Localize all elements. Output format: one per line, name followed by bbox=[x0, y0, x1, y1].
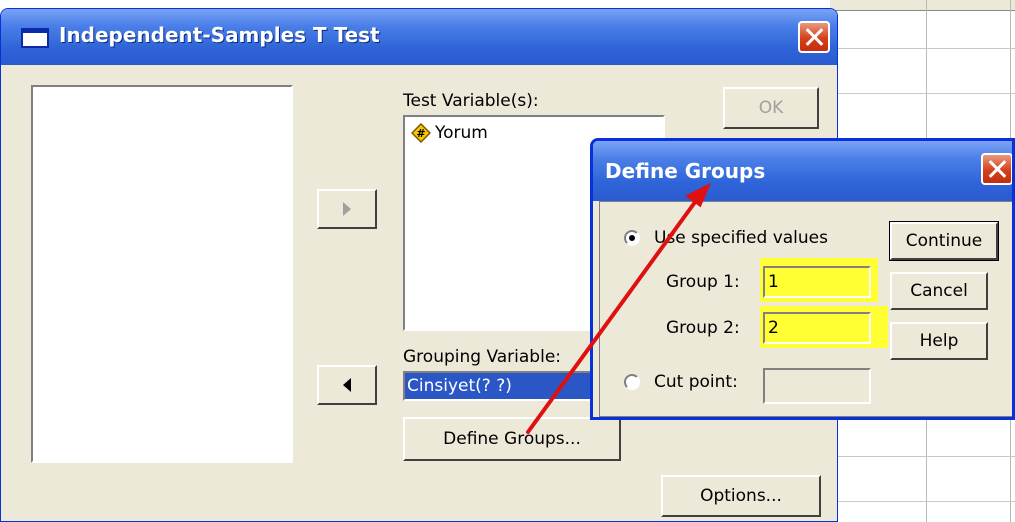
cancel-button[interactable]: Cancel bbox=[890, 272, 988, 310]
grid-header bbox=[830, 0, 1015, 11]
define-groups-close-button[interactable] bbox=[981, 153, 1012, 185]
define-groups-dialog: Define Groups Use specified values Group… bbox=[590, 138, 1015, 420]
grid-row-line bbox=[830, 48, 1015, 49]
move-to-test-variable-button[interactable] bbox=[317, 189, 377, 229]
move-to-grouping-variable-button[interactable] bbox=[317, 365, 377, 405]
define-groups-title: Define Groups bbox=[605, 159, 766, 183]
left-arrow-icon bbox=[343, 378, 351, 392]
define-groups-title-bar: Define Groups bbox=[593, 141, 1012, 201]
svg-text:#: # bbox=[416, 127, 425, 140]
test-variables-label: Test Variable(s): bbox=[403, 91, 539, 111]
dialog-title: Independent-Samples T Test bbox=[59, 23, 380, 47]
group1-input[interactable]: 1 bbox=[763, 266, 871, 298]
grid-row-line bbox=[830, 501, 1015, 502]
define-groups-body: Use specified values Group 1: 1 Group 2:… bbox=[599, 201, 1012, 417]
help-button[interactable]: Help bbox=[890, 322, 988, 360]
ok-button[interactable]: OK bbox=[723, 87, 819, 129]
options-button[interactable]: Options... bbox=[661, 475, 821, 517]
continue-button[interactable]: Continue bbox=[889, 221, 999, 261]
close-button[interactable] bbox=[798, 21, 830, 53]
cut-point-label: Cut point: bbox=[654, 372, 738, 392]
use-specified-values-label: Use specified values bbox=[654, 228, 828, 248]
cut-point-input[interactable] bbox=[763, 368, 871, 404]
source-variable-list[interactable] bbox=[31, 85, 293, 463]
group2-label: Group 2: bbox=[666, 318, 740, 338]
right-arrow-icon bbox=[343, 202, 351, 216]
grid-row-line bbox=[830, 93, 1015, 94]
grid-row-line bbox=[830, 456, 1015, 457]
grouping-variable-field[interactable]: Cinsiyet(? ?) bbox=[403, 371, 603, 401]
cut-point-radio[interactable] bbox=[624, 374, 640, 390]
grouping-variable-label: Grouping Variable: bbox=[403, 347, 562, 367]
scale-variable-icon: # bbox=[411, 123, 431, 143]
dialog-title-bar: Independent-Samples T Test bbox=[1, 9, 837, 65]
group2-input[interactable]: 2 bbox=[763, 312, 871, 344]
use-specified-values-radio[interactable] bbox=[624, 230, 640, 246]
group1-label: Group 1: bbox=[666, 272, 740, 292]
define-groups-button[interactable]: Define Groups... bbox=[403, 417, 621, 461]
variable-name: Yorum bbox=[435, 123, 488, 143]
list-item[interactable]: # Yorum bbox=[411, 123, 488, 143]
window-icon bbox=[21, 28, 49, 48]
